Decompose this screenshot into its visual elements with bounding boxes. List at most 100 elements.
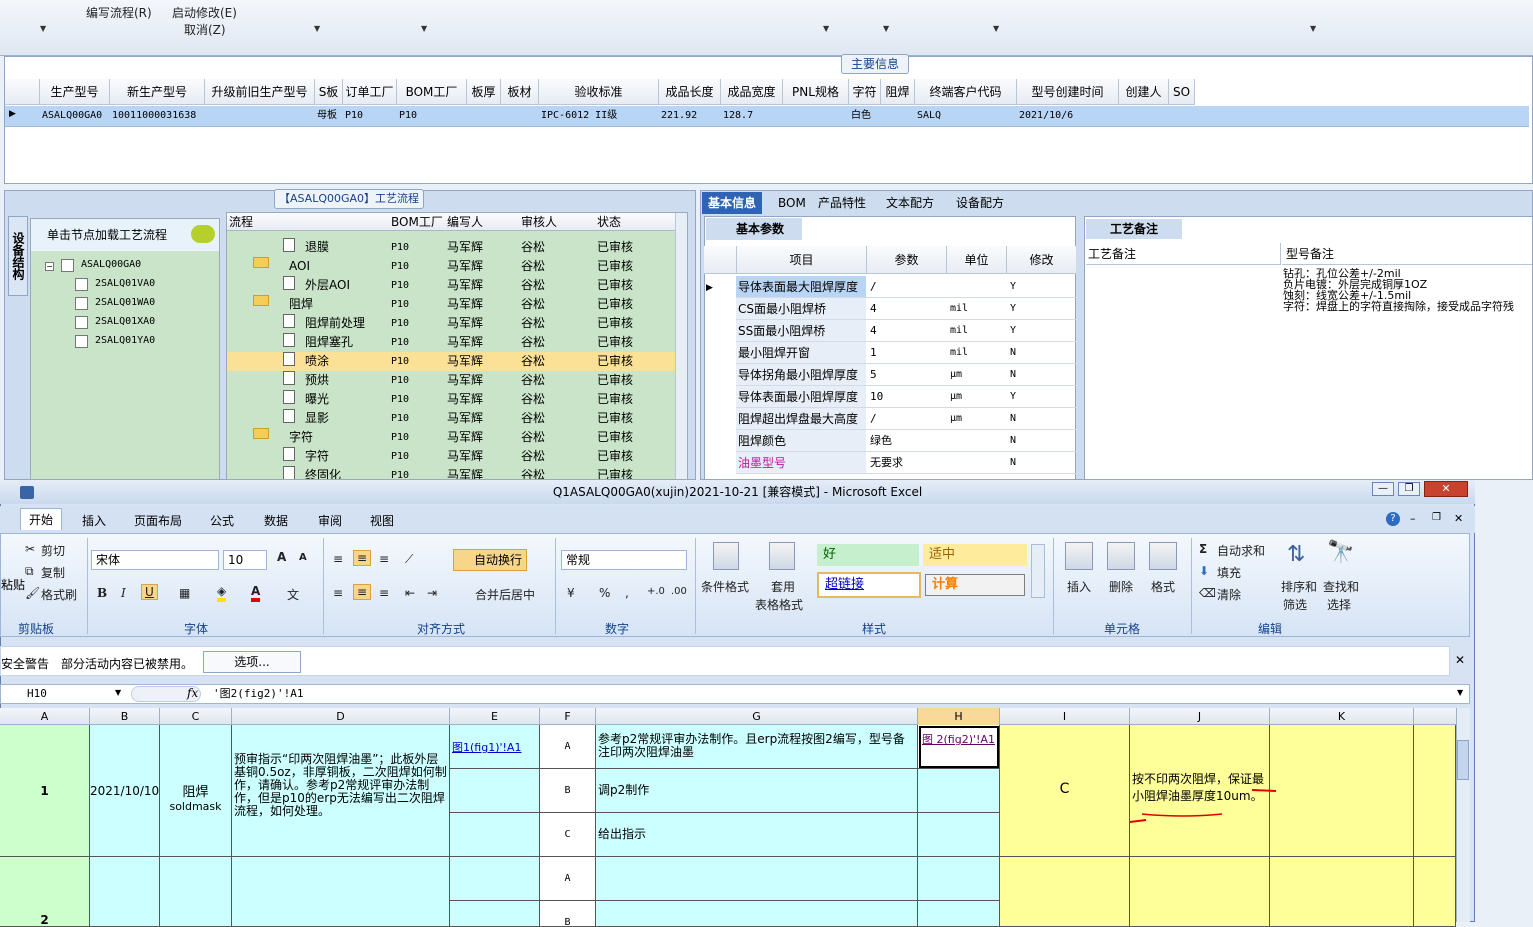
empty-cell[interactable] (1130, 857, 1270, 927)
collapse-icon[interactable]: − (45, 262, 54, 271)
formula-input[interactable]: '图2(fig2)'!A1 (213, 685, 1453, 703)
tree-node[interactable]: 2SALQ01VA0 (95, 276, 155, 292)
currency-icon[interactable]: ¥ (567, 586, 575, 600)
sort-filter-button-line2[interactable]: 筛选 (1283, 596, 1307, 613)
link-cell[interactable]: 图 2(fig2)'!A1 (918, 725, 1000, 769)
column-header[interactable]: A (0, 708, 90, 725)
list-item[interactable]: 字符 P10 马军辉 谷松 已审核 (227, 447, 675, 466)
empty-cell[interactable] (160, 857, 232, 927)
column-header[interactable]: 阻焊 (881, 79, 915, 105)
tab-4[interactable]: 设备配方 (950, 192, 1010, 214)
tab-equipment-structure[interactable]: 设备结构 (8, 216, 28, 296)
table-row[interactable]: SS面最小阻焊桥 4 mil Y (736, 320, 1076, 342)
close-icon[interactable]: ✕ (1455, 653, 1465, 667)
clear-icon[interactable]: ⌫ (1199, 586, 1216, 600)
styles-scroll[interactable] (1031, 544, 1045, 598)
column-header[interactable]: F (540, 708, 596, 725)
column-header[interactable]: 升级前旧生产型号 (205, 79, 315, 105)
column-header[interactable]: 型号创建时间 (1017, 79, 1119, 105)
column-header[interactable]: I (1000, 708, 1130, 725)
column-header[interactable]: E (450, 708, 540, 725)
list-item[interactable]: AOI P10 马军辉 谷松 已审核 (227, 257, 675, 276)
table-format-icon[interactable] (769, 542, 795, 570)
find-select-button-line2[interactable]: 选择 (1327, 596, 1351, 613)
cancel-button[interactable]: 取消(Z) (184, 21, 226, 38)
ribbon-tab-6[interactable]: 视图 (370, 512, 394, 529)
column-header[interactable]: SO (1169, 79, 1195, 105)
align-bottom-icon[interactable]: ≡ (379, 552, 389, 566)
empty-cell[interactable] (450, 769, 540, 813)
paste-button[interactable]: 粘贴 (1, 576, 25, 593)
column-header[interactable]: 项目 (736, 246, 866, 274)
option-text-cell[interactable] (596, 901, 918, 927)
dropdown-arrow-icon[interactable]: ▼ (421, 24, 427, 33)
dropdown-arrow-icon[interactable]: ▼ (40, 24, 46, 33)
scrollbar-thumb[interactable] (1457, 740, 1469, 780)
percent-icon[interactable]: % (599, 586, 610, 600)
tree-node[interactable]: 2SALQ01YA0 (95, 333, 155, 349)
start-modify-button[interactable]: 启动修改(E) (172, 4, 237, 21)
tab-1[interactable]: BOM (772, 192, 812, 214)
row-number-cell[interactable]: 1 (0, 725, 90, 857)
decrease-decimal-icon[interactable]: .00 (671, 586, 687, 597)
autosum-button[interactable]: 自动求和 (1217, 542, 1265, 559)
sort-filter-button-line1[interactable]: 排序和 (1281, 578, 1317, 595)
font-name-select[interactable]: 宋体 (91, 550, 219, 570)
empty-cell[interactable] (90, 857, 160, 927)
table-cell[interactable]: 10011000031638 (110, 106, 205, 126)
list-item[interactable]: 曝光 P10 马军辉 谷松 已审核 (227, 390, 675, 409)
tab-3[interactable]: 文本配方 (880, 192, 940, 214)
ribbon-tab-1[interactable]: 插入 (82, 512, 106, 529)
table-cell[interactable]: 128.7 (721, 106, 783, 126)
option-key-cell[interactable]: A (540, 725, 596, 769)
conditional-format-icon[interactable] (713, 542, 739, 570)
ribbon-tab-2[interactable]: 页面布局 (134, 512, 182, 529)
align-right-icon[interactable]: ≡ (379, 586, 389, 600)
option-text-cell[interactable] (596, 857, 918, 901)
column-header[interactable]: 新生产型号 (110, 79, 205, 105)
column-header[interactable]: 字符 (849, 79, 881, 105)
param-value[interactable]: 无要求 (868, 452, 946, 474)
category-cell[interactable]: 阻焊 soldmask (160, 725, 232, 857)
italic-icon[interactable]: I (121, 586, 126, 600)
minimize-icon[interactable]: – (1410, 512, 1416, 525)
param-value[interactable]: 4 (868, 298, 946, 320)
wrap-text-button[interactable]: 自动换行 (453, 549, 527, 571)
dropdown-arrow-icon[interactable]: ▼ (883, 24, 889, 33)
empty-cell[interactable] (1270, 725, 1414, 857)
column-header[interactable]: B (90, 708, 160, 725)
empty-cell[interactable] (918, 813, 1000, 857)
delete-cells-button[interactable]: 删除 (1109, 578, 1133, 595)
align-top-icon[interactable]: ≡ (333, 552, 343, 566)
grow-font-icon[interactable]: A (277, 550, 286, 564)
table-cell[interactable]: 白色 (849, 106, 881, 126)
style-good[interactable]: 好 (817, 544, 919, 566)
fill-color-icon[interactable]: ◈ (217, 584, 227, 602)
format-cells-button[interactable]: 格式 (1151, 578, 1175, 595)
ribbon-tab-4[interactable]: 数据 (264, 512, 288, 529)
help-icon[interactable]: ? (1386, 512, 1400, 526)
table-row[interactable]: 导体表面最小阻焊厚度 10 μm Y (736, 386, 1076, 408)
column-header[interactable]: D (232, 708, 450, 725)
link-cell[interactable]: 图1(fig1)'!A1 (450, 725, 540, 769)
number-format-select[interactable]: 常规 (561, 550, 687, 570)
column-header[interactable]: 验收标准 (539, 79, 659, 105)
choice-cell[interactable]: C (1000, 725, 1130, 857)
bold-icon[interactable]: B (97, 586, 107, 600)
align-center-icon[interactable]: ≡ (353, 584, 372, 600)
column-header[interactable]: 成品宽度 (721, 79, 783, 105)
close-icon[interactable]: ✕ (1454, 512, 1463, 525)
column-header[interactable]: 修改 (1006, 246, 1076, 274)
option-text-cell[interactable]: 给出指示 (596, 813, 918, 857)
param-value[interactable]: 1 (868, 342, 946, 364)
option-key-cell[interactable]: C (540, 813, 596, 857)
copy-icon[interactable]: ⧉ (25, 564, 34, 579)
column-header[interactable]: C (160, 708, 232, 725)
format-cells-icon[interactable] (1149, 542, 1177, 570)
table-row[interactable]: 油墨型号 无要求 N (736, 452, 1076, 474)
tab-0[interactable]: 基本信息 (702, 192, 763, 214)
ribbon-tab-3[interactable]: 公式 (210, 512, 234, 529)
empty-cell[interactable] (1270, 857, 1414, 927)
checkbox[interactable] (75, 335, 88, 348)
tree-node[interactable]: 2SALQ01WA0 (95, 295, 155, 311)
